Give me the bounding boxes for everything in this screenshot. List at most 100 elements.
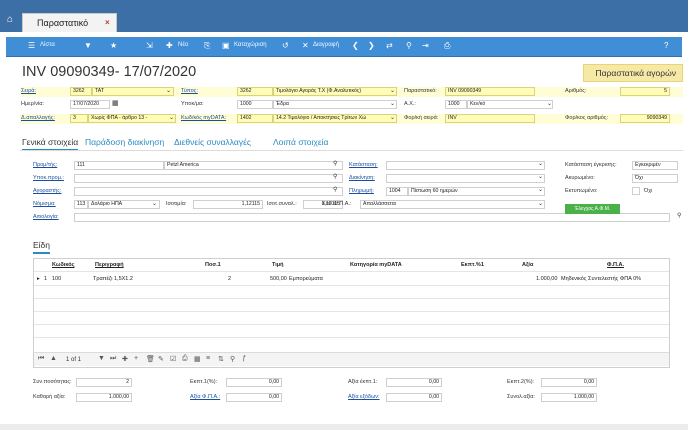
type-code-field[interactable]: 3262 [237,87,273,96]
chevron-down-icon[interactable]: ⌄ [169,114,174,121]
date-field[interactable]: 17/07/2020 [70,100,110,109]
chevron-down-icon[interactable]: ⌄ [538,173,543,180]
payment-name-field[interactable]: Πίστωση 60 ημερών [408,187,545,196]
document-tab[interactable]: Παραστατικό × [22,13,117,32]
filter-icon[interactable]: ▼ [84,41,92,50]
items-tab[interactable]: Είδη [33,240,51,254]
vat-status-field[interactable]: Απαλλάσσεται [360,200,545,209]
currency-name-field[interactable]: Δολάριο ΗΠΑ [88,200,160,209]
check-icon[interactable]: ☑ [170,355,176,363]
tab-other[interactable]: Λοιπά στοιχεία [273,137,328,147]
payment-label[interactable]: Πληρωμή: [349,188,374,194]
prev-page-icon[interactable]: ▲ [50,355,57,362]
sub-supplier-field[interactable] [74,174,343,183]
search-icon[interactable]: ⚲ [406,41,412,50]
pin-icon[interactable]: ⇲ [146,41,153,50]
supplier-label[interactable]: Προμ/τής: [33,162,57,168]
search-icon[interactable]: ⚲ [333,173,337,180]
grid-print-icon[interactable]: ⎙ [182,355,188,363]
prev-icon[interactable]: ❮ [352,41,359,50]
mydata-label[interactable]: Κωδ/κός myDATA: [181,115,226,121]
undo-icon[interactable]: ↺ [282,41,289,50]
vatexempt-label[interactable]: Δ.απαλλαγής: [21,115,55,121]
add-row-icon[interactable]: ✚ [122,355,128,363]
new-icon[interactable]: ✚ [166,41,173,50]
transfer-icon[interactable]: ⇄ [386,41,393,50]
delete-row-icon[interactable]: 🗑 [146,355,155,363]
vatexempt-code-field[interactable]: 3 [70,114,88,123]
col-value[interactable]: Αξία [522,262,533,268]
close-icon[interactable]: × [105,18,110,27]
calendar-icon[interactable]: ▦ [112,99,119,107]
last-page-icon[interactable]: ⏭ [110,355,116,363]
ax-name-field[interactable]: Κεν/κό [467,100,553,109]
branch-name-field[interactable]: Έδρα [273,100,397,109]
copy-icon[interactable]: ⎘ [204,41,210,51]
vat-label[interactable]: Αξία Φ.Π.Α.: [190,394,220,400]
payment-code-field[interactable]: 1004 [386,187,408,196]
series-name-field[interactable]: TAT [92,87,174,96]
star-icon[interactable]: ★ [110,41,117,50]
col-code[interactable]: Κωδικός [52,262,74,268]
search-icon[interactable]: ⚲ [333,160,337,167]
branch-code-field[interactable]: 1000 [237,100,273,109]
disc-value-field[interactable]: 0,00 [386,378,442,387]
chevron-down-icon[interactable]: ⌄ [538,200,543,207]
delete-icon[interactable]: ✕ [302,41,309,50]
new-button[interactable]: Νέο [178,42,188,48]
cancel-field[interactable]: Όχι [632,174,678,183]
edit-icon[interactable]: ✎ [158,355,164,363]
transport-label[interactable]: Διακίνηση: [349,175,375,181]
supplier-code-field[interactable]: 111 [74,161,164,170]
print-icon[interactable]: ⎙ [444,41,450,51]
chevron-down-icon[interactable]: ⌄ [390,87,395,94]
type-label[interactable]: Τύπος: [181,88,198,94]
search-icon[interactable]: ⚲ [333,186,337,193]
series-tax-field[interactable]: INV [445,114,535,123]
grid-search-icon[interactable]: ⚲ [230,355,235,363]
series-code-field[interactable]: 3262 [70,87,92,96]
reason-label[interactable]: Αιτιολογία: [33,214,59,220]
export-icon[interactable]: ⇥ [422,41,429,50]
grid-icon[interactable]: ▦ [194,355,201,363]
buyer-field[interactable] [74,187,343,196]
status-label[interactable]: Κατάσταση: [349,162,378,168]
cell-qty[interactable]: 2 [228,276,231,282]
tax-no-field[interactable]: 9090349 [620,114,670,123]
printed-checkbox[interactable] [632,187,640,195]
ax-code-field[interactable]: 1000 [445,100,467,109]
series-label[interactable]: Σειρά: [21,88,36,94]
home-icon[interactable]: ⌂ [7,14,13,25]
type-name-field[interactable]: Τιμολόγιο Αγοράς Τ.Χ (Φ.Αναλυτικός) [273,87,397,96]
formula-icon[interactable]: ƒ [242,355,246,362]
list-icon[interactable]: ☰ [28,41,35,50]
sort-icon[interactable]: ⇅ [218,355,224,363]
number-field[interactable]: 5 [620,87,670,96]
approval-field[interactable]: Εγκεκριμέν [632,161,678,170]
mydata-code-field[interactable]: 1402 [237,114,273,123]
disc1-field[interactable]: 0,00 [226,378,282,387]
cell-vat[interactable]: Μηδενικός Συντελεστής ΦΠΑ 0% [561,276,641,282]
expenses-label[interactable]: Αξία εξόδων: [348,394,380,400]
parity-field[interactable]: 1,12115 [193,200,263,209]
save-icon[interactable]: ▣ [222,41,230,50]
chevron-down-icon[interactable]: ⌄ [390,114,395,121]
filter-rows-icon[interactable]: ≡ [206,355,210,362]
cell-code[interactable]: 100 [52,276,61,282]
col-vat[interactable]: Φ.Π.Α. [607,262,624,268]
cell-cat[interactable]: Εμπορεύματα [289,276,323,282]
col-desc[interactable]: Περιγραφή [95,262,124,268]
chevron-down-icon[interactable]: ⌄ [390,100,395,107]
chevron-down-icon[interactable]: ⌄ [547,100,552,107]
delete-button[interactable]: Διαγραφή [313,42,339,48]
cell-desc[interactable]: Τραπέζι 1,5Χ1.2 [93,276,133,282]
cell-value[interactable]: 1.000,00 [536,276,557,282]
tab-international[interactable]: Διεθνείς συναλλαγές [174,137,251,147]
doc-field[interactable]: INV 09090349 [445,87,535,96]
reason-field[interactable] [74,213,670,222]
mydata-name-field[interactable]: 14.2 Τιμολόγιο / Αποκτήσεις Τρίτων Χώ [273,114,397,123]
col-disc[interactable]: Εκπτ.%1 [461,262,484,268]
chevron-down-icon[interactable]: ⌄ [538,160,543,167]
next-page-icon[interactable]: ▼ [98,355,105,362]
insert-row-icon[interactable]: + [134,355,138,362]
